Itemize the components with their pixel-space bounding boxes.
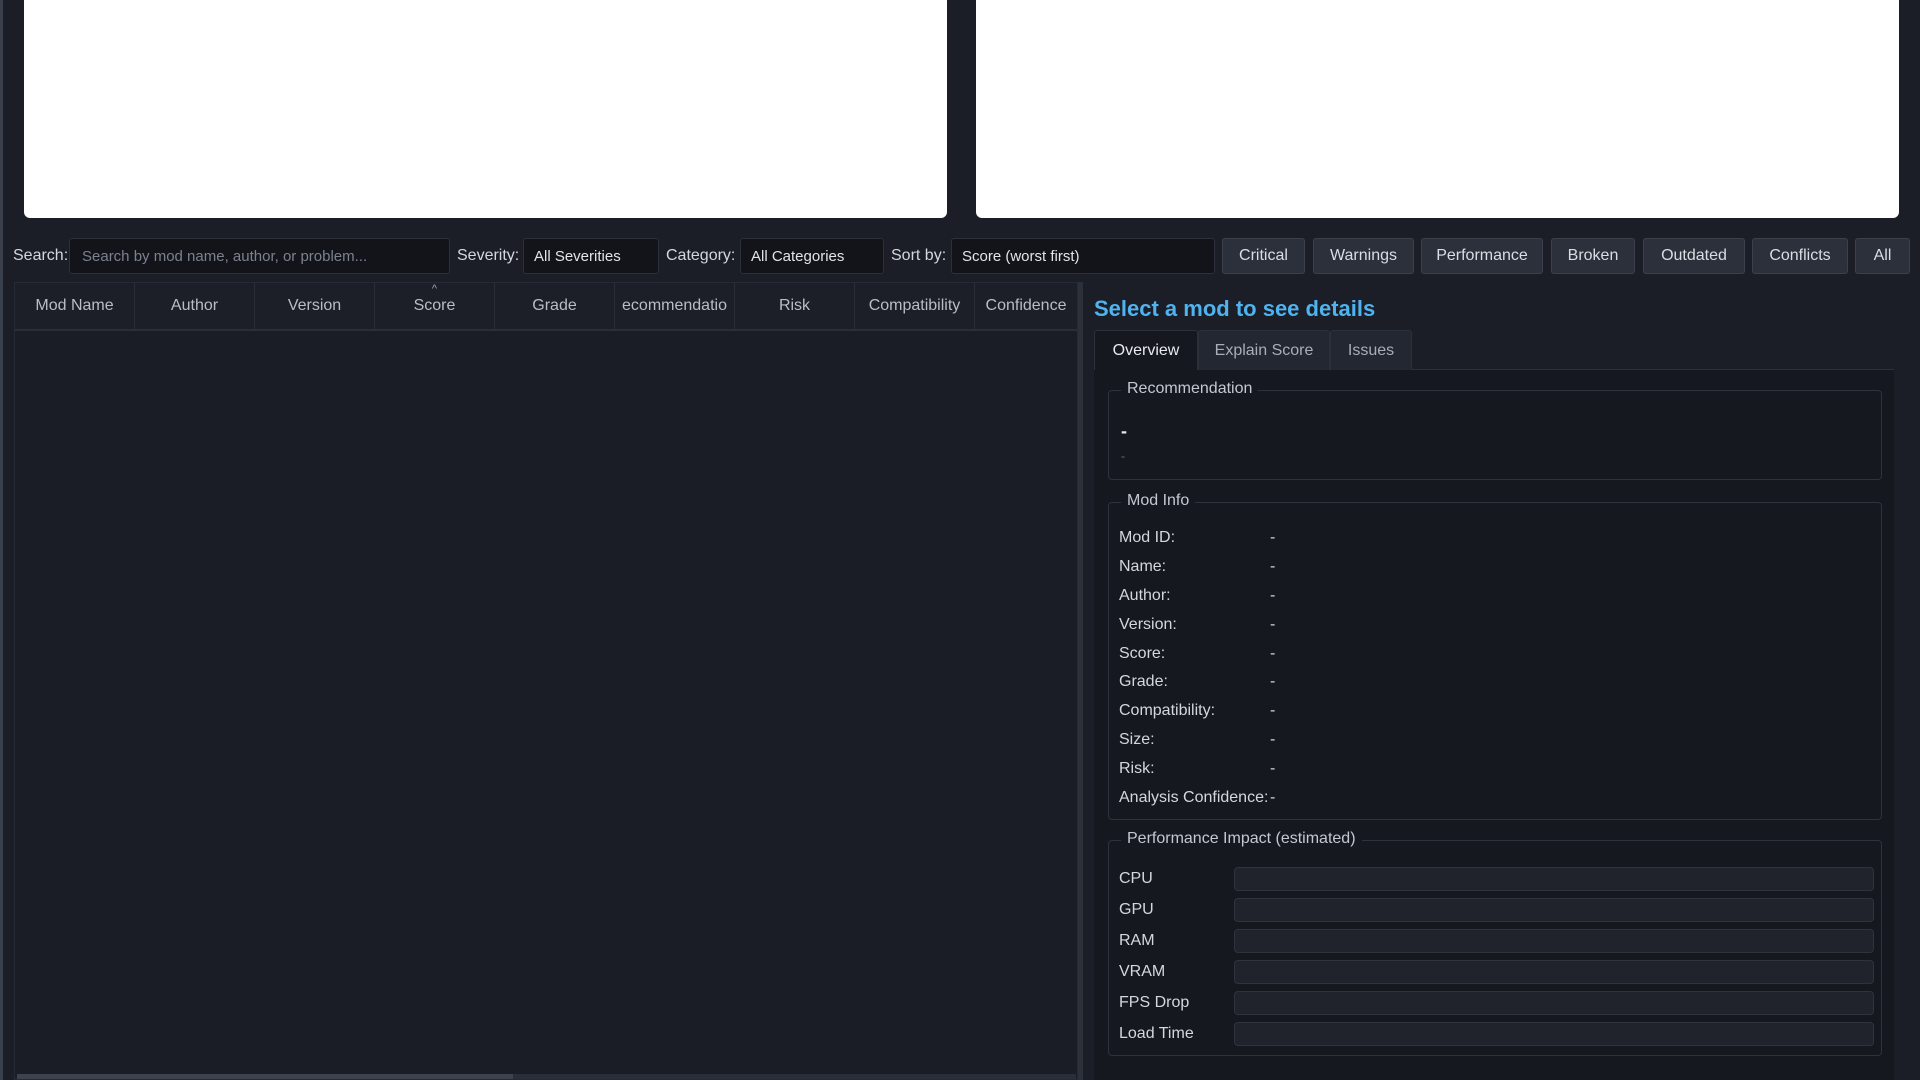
filter-outdated-button[interactable]: Outdated [1643, 238, 1745, 274]
info-row-risk: Risk: - [1119, 760, 1859, 784]
overview-tab-content: Recommendation - - Mod Info Mod ID: - Na… [1094, 370, 1894, 1080]
sort-label: Sort by: [891, 247, 947, 264]
sort-select[interactable]: Score (worst first) [951, 238, 1215, 274]
filter-toolbar: Search: Severity: All Severities Categor… [13, 238, 1910, 274]
column-header-score[interactable]: ^ Score [375, 283, 495, 329]
perf-row-fps-drop: FPS Drop [1119, 991, 1879, 1015]
info-label: Version: [1119, 616, 1177, 633]
recommendation-title: Recommendation [1121, 380, 1259, 398]
details-panel: Select a mod to see details Overview Exp… [1094, 282, 1906, 1080]
mod-info-group: Mod Info Mod ID: - Name: - Author: - Ver… [1108, 492, 1882, 820]
info-value: - [1270, 645, 1276, 662]
performance-impact-title: Performance Impact (estimated) [1121, 830, 1362, 848]
recommendation-group: Recommendation - - [1108, 380, 1882, 480]
column-header-author[interactable]: Author [135, 283, 255, 329]
perf-bar-fps-drop [1234, 991, 1874, 1015]
info-row-compatibility: Compatibility: - [1119, 702, 1859, 726]
perf-bar-gpu [1234, 898, 1874, 922]
info-value: - [1270, 731, 1276, 748]
category-select[interactable]: All Categories [740, 238, 884, 274]
panel-splitter[interactable] [1078, 282, 1083, 1080]
window-edge [0, 0, 3, 1080]
info-label: Size: [1119, 731, 1155, 748]
recommendation-subtext: - [1121, 449, 1125, 463]
chart-panel-right [976, 0, 1899, 218]
info-row-version: Version: - [1119, 616, 1859, 640]
info-value: - [1270, 760, 1276, 777]
info-label: Name: [1119, 558, 1167, 575]
info-value: - [1270, 587, 1276, 604]
column-header-version[interactable]: Version [255, 283, 375, 329]
column-header-risk[interactable]: Risk [735, 283, 855, 329]
column-header-grade[interactable]: Grade [495, 283, 615, 329]
column-header-confidence[interactable]: Confidence [975, 283, 1077, 329]
column-header-mod-name[interactable]: Mod Name [15, 283, 135, 329]
info-value: - [1270, 616, 1276, 633]
info-row-author: Author: - [1119, 587, 1859, 611]
info-row-score: Score: - [1119, 645, 1859, 669]
filter-all-button[interactable]: All [1855, 238, 1910, 274]
info-label: Risk: [1119, 760, 1155, 777]
perf-label: CPU [1119, 870, 1153, 887]
filter-conflicts-button[interactable]: Conflicts [1752, 238, 1848, 274]
filter-critical-button[interactable]: Critical [1222, 238, 1305, 274]
info-row-size: Size: - [1119, 731, 1859, 755]
info-label: Grade: [1119, 673, 1168, 690]
tab-issues[interactable]: Issues [1330, 330, 1412, 370]
horizontal-scrollbar[interactable] [17, 1074, 1076, 1079]
table-header: Mod Name Author Version ^ Score Grade ec… [15, 283, 1077, 331]
search-label: Search: [13, 247, 69, 264]
details-title: Select a mod to see details [1094, 296, 1376, 321]
recommendation-value: - [1121, 421, 1127, 441]
column-header-recommendation[interactable]: ecommendatio [615, 283, 735, 329]
perf-row-ram: RAM [1119, 929, 1879, 953]
perf-bar-ram [1234, 929, 1874, 953]
info-row-analysis-confidence: Analysis Confidence: - [1119, 789, 1859, 813]
perf-bar-vram [1234, 960, 1874, 984]
perf-label: Load Time [1119, 1025, 1194, 1042]
severity-select[interactable]: All Severities [523, 238, 659, 274]
column-header-score-label: Score [413, 297, 456, 314]
details-tabs: Overview Explain Score Issues [1094, 330, 1894, 370]
info-row-grade: Grade: - [1119, 673, 1859, 697]
perf-bar-cpu [1234, 867, 1874, 891]
info-label: Score: [1119, 645, 1166, 662]
perf-row-vram: VRAM [1119, 960, 1879, 984]
info-value: - [1270, 673, 1276, 690]
info-label: Analysis Confidence: [1119, 789, 1269, 806]
perf-bar-load-time [1234, 1022, 1874, 1046]
perf-label: VRAM [1119, 963, 1166, 980]
performance-impact-group: Performance Impact (estimated) CPU GPU R… [1108, 830, 1882, 1056]
tab-overview[interactable]: Overview [1094, 330, 1198, 370]
perf-label: GPU [1119, 901, 1154, 918]
chart-panel-left [24, 0, 947, 218]
perf-label: FPS Drop [1119, 994, 1190, 1011]
perf-label: RAM [1119, 932, 1155, 949]
info-row-name: Name: - [1119, 558, 1859, 582]
info-value: - [1270, 558, 1276, 575]
perf-row-load-time: Load Time [1119, 1022, 1879, 1046]
mods-table: Mod Name Author Version ^ Score Grade ec… [14, 282, 1078, 1080]
severity-label: Severity: [457, 247, 520, 264]
tab-explain-score[interactable]: Explain Score [1198, 330, 1330, 370]
info-label: Compatibility: [1119, 702, 1216, 719]
info-value: - [1270, 529, 1276, 546]
info-label: Author: [1119, 587, 1171, 604]
sort-ascending-icon: ^ [431, 283, 438, 295]
info-row-mod-id: Mod ID: - [1119, 529, 1859, 553]
filter-broken-button[interactable]: Broken [1551, 238, 1635, 274]
info-value: - [1270, 789, 1276, 806]
category-label: Category: [666, 247, 736, 264]
info-value: - [1270, 702, 1276, 719]
column-header-compatibility[interactable]: Compatibility [855, 283, 975, 329]
perf-row-gpu: GPU [1119, 898, 1879, 922]
filter-warnings-button[interactable]: Warnings [1313, 238, 1414, 274]
info-label: Mod ID: [1119, 529, 1176, 546]
mod-info-title: Mod Info [1121, 492, 1196, 510]
perf-row-cpu: CPU [1119, 867, 1879, 891]
horizontal-scrollbar-thumb[interactable] [17, 1074, 513, 1079]
filter-performance-button[interactable]: Performance [1421, 238, 1543, 274]
search-input[interactable] [69, 238, 450, 274]
